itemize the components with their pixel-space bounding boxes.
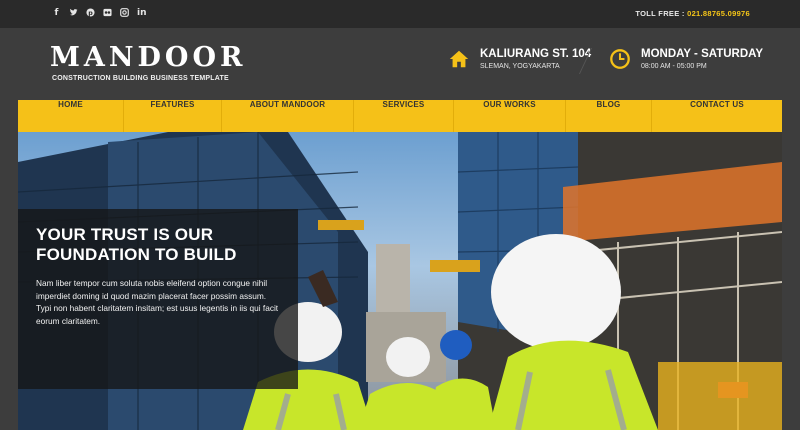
nav-features[interactable]: FEATURES	[124, 100, 222, 132]
hours-block: MONDAY - SATURDAY 08:00 AM - 05:00 PM	[609, 48, 763, 70]
nav-services[interactable]: SERVICES	[354, 100, 454, 132]
nav-our-works[interactable]: OUR WORKS	[454, 100, 566, 132]
hours-sub: 08:00 AM - 05:00 PM	[641, 63, 707, 70]
site-tagline: CONSTRUCTION BUILDING BUSINESS TEMPLATE	[52, 75, 229, 82]
hero-body: Nam liber tempor cum soluta nobis eleife…	[36, 278, 279, 326]
address-title: KALIURANG ST. 104	[480, 48, 592, 60]
hours-title: MONDAY - SATURDAY	[641, 48, 764, 60]
home-icon	[449, 50, 469, 68]
nav-about[interactable]: ABOUT MANDOOR	[222, 100, 354, 132]
address-block: KALIURANG ST. 104 SLEMAN, YOGYAKARTA	[448, 48, 591, 70]
hero-heading-line2: FOUNDATION TO BUILD	[36, 245, 237, 264]
toll-free-label: TOLL FREE :	[635, 9, 685, 18]
clock-icon	[610, 49, 630, 69]
instagram-icon[interactable]	[120, 8, 129, 19]
nav-blog[interactable]: BLOG	[566, 100, 652, 132]
address-sub: SLEMAN, YOGYAKARTA	[480, 63, 560, 70]
linkedin-icon[interactable]: in	[137, 8, 147, 19]
pinterest-icon[interactable]: p	[86, 8, 95, 19]
main-nav: HOME FEATURES ABOUT MANDOOR SERVICES OUR…	[18, 100, 782, 132]
svg-text:p: p	[88, 10, 93, 17]
hero-slider: YOUR TRUST IS OUR FOUNDATION TO BUILD Na…	[18, 132, 782, 430]
toll-free: TOLL FREE : 021.88765.09976	[635, 9, 750, 18]
flickr-icon[interactable]	[103, 8, 112, 19]
nav-home[interactable]: HOME	[18, 100, 124, 132]
site-logo[interactable]: MANDOOR	[50, 42, 246, 73]
hero-caption: YOUR TRUST IS OUR FOUNDATION TO BUILD Na…	[18, 209, 298, 389]
nav-contact[interactable]: CONTACT US	[652, 100, 782, 132]
hero-heading-line1: YOUR TRUST IS OUR	[36, 225, 214, 244]
top-bar: f p in TOLL FREE : 021.88765.09976	[0, 0, 800, 28]
twitter-icon[interactable]	[69, 8, 78, 19]
hero-heading: YOUR TRUST IS OUR FOUNDATION TO BUILD	[36, 225, 280, 265]
social-links: f p in	[52, 8, 147, 19]
facebook-icon[interactable]: f	[52, 8, 61, 19]
toll-free-number[interactable]: 021.88765.09976	[687, 9, 750, 18]
